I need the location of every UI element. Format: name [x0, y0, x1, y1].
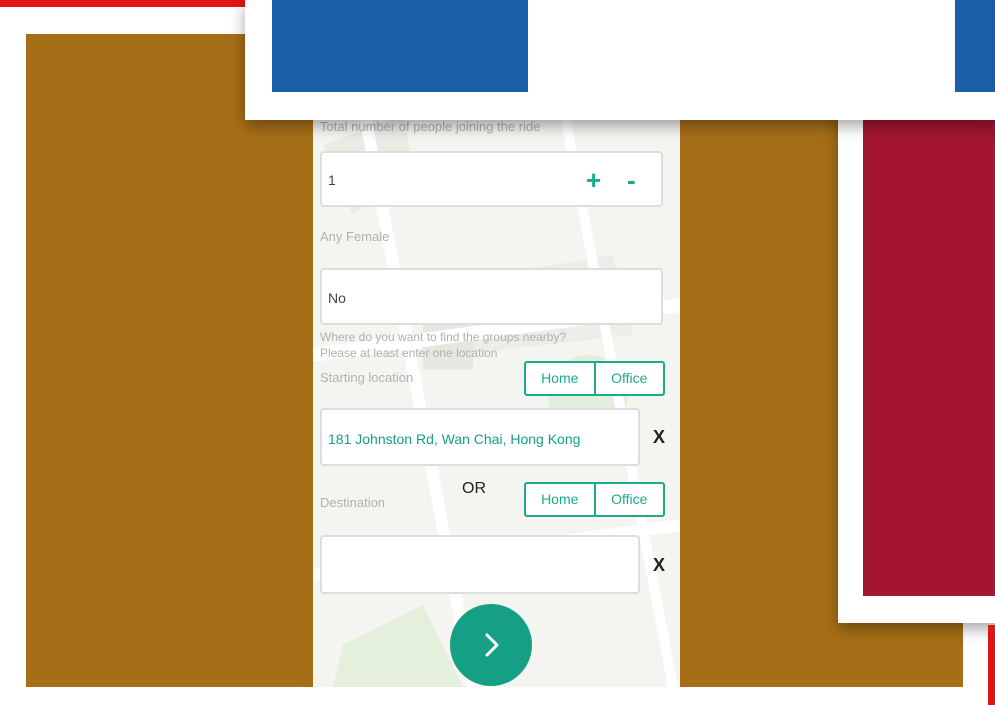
decrement-button[interactable]: -	[627, 165, 636, 196]
people-count-field[interactable]	[320, 151, 663, 207]
location-hint-line1: Where do you want to find the groups nea…	[320, 330, 567, 344]
ride-form-screen: Total number of people joining the ride …	[313, 105, 680, 687]
start-shortcut-group: Home Office	[524, 361, 665, 396]
crimson-card-fill	[863, 118, 995, 596]
destination-office-button[interactable]: Office	[593, 484, 664, 515]
start-home-button[interactable]: Home	[526, 363, 594, 394]
destination-input[interactable]	[320, 535, 640, 594]
blue-banner-block-left	[272, 0, 528, 92]
red-strip-right-decoration	[988, 625, 995, 705]
next-button[interactable]	[450, 604, 532, 686]
chevron-right-icon	[485, 633, 499, 657]
blue-banner-block-right	[955, 0, 995, 92]
destination-home-button[interactable]: Home	[526, 484, 594, 515]
any-female-select[interactable]	[320, 268, 663, 325]
clear-start-button[interactable]: X	[653, 427, 665, 448]
any-female-value: No	[328, 290, 346, 306]
location-hint-line2: Please at least enter one location	[320, 346, 498, 360]
destination-label: Destination	[320, 495, 386, 510]
or-separator: OR	[462, 480, 486, 497]
red-strip-decoration	[0, 0, 245, 7]
clear-destination-button[interactable]: X	[653, 555, 665, 576]
destination-shortcut-group: Home Office	[524, 482, 665, 517]
start-office-button[interactable]: Office	[593, 363, 664, 394]
people-count-label: Total number of people joining the ride	[320, 119, 541, 134]
starting-location-value: 181 Johnston Rd, Wan Chai, Hong Kong	[328, 431, 581, 447]
increment-button[interactable]: +	[586, 165, 601, 196]
starting-location-label: Starting location	[320, 370, 414, 385]
any-female-label: Any Female	[320, 229, 390, 244]
people-count-value: 1	[328, 172, 336, 188]
